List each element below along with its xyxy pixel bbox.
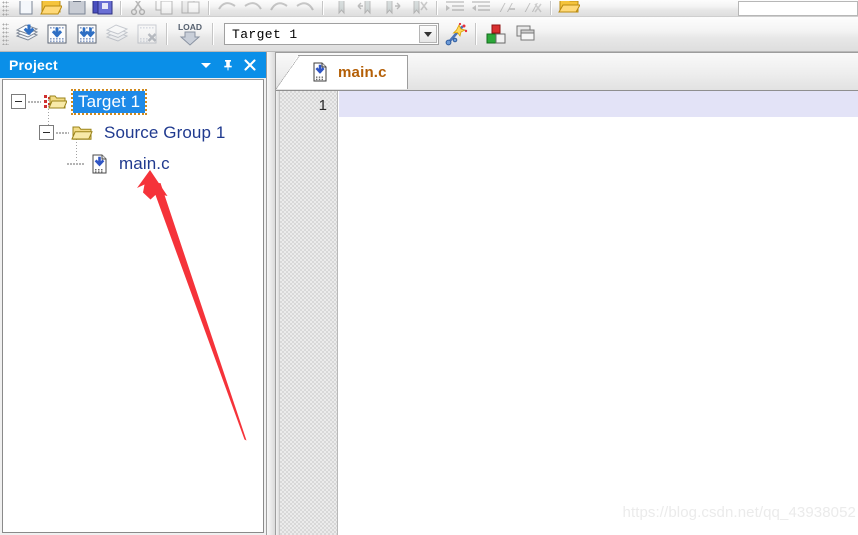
bookmark-icon[interactable] [328,0,354,16]
c-source-file-icon [90,153,110,175]
outdent-icon[interactable] [468,0,494,16]
paste-icon[interactable] [178,0,204,16]
file-edit-toolbar: // // [0,0,858,17]
target-folder-icon [43,92,67,112]
watermark-text: https://blog.csdn.net/qq_43938052 [622,504,856,521]
line-number: 1 [318,97,327,114]
bookmark-prev-icon[interactable] [354,0,380,16]
open-project-icon[interactable] [556,0,582,16]
save-icon[interactable] [64,0,90,16]
current-line-highlight [339,91,858,117]
download-icon-text: LOAD [178,22,202,32]
indent-icon[interactable] [442,0,468,16]
target-select-dropdown-arrow[interactable] [419,25,437,43]
tree-connector-dots [67,162,84,165]
uncomment-icon[interactable]: // [520,1,546,16]
new-file-icon[interactable] [12,0,38,16]
rebuild-all-icon[interactable] [72,19,102,49]
tree-connector-dots [56,131,69,134]
tree-item-source-group-1[interactable]: Source Group 1 [3,117,263,148]
manage-windows-icon[interactable] [511,19,541,49]
tree-item-label-target-1: Target 1 [70,88,148,115]
translate-file-icon[interactable] [12,19,42,49]
editor-tabstrip: main.c [276,52,858,91]
options-for-target-icon[interactable] [441,19,471,49]
editor-gutter: 1 [280,91,338,535]
undo-icon[interactable] [214,1,240,16]
build-target-icon[interactable] [42,19,72,49]
project-tree: Target 1 Source Group 1 main.c [3,80,263,179]
editor-area: main.c 1 [276,52,858,535]
tree-expander-target-1[interactable] [11,94,26,109]
navigate-forward-icon[interactable] [292,1,318,16]
tree-item-target-1[interactable]: Target 1 [3,86,263,117]
project-tree-container[interactable]: Target 1 Source Group 1 main.c [2,79,264,533]
find-combo-top[interactable] [738,0,858,16]
target-select-value: Target 1 [232,26,298,42]
tree-connector-dots [28,100,41,103]
tab-main-c[interactable]: main.c [276,55,408,89]
tree-item-main-c[interactable]: main.c [3,148,263,179]
copy-icon[interactable] [152,0,178,16]
target-select[interactable]: Target 1 [224,23,439,45]
toolbar-grip[interactable] [2,0,9,16]
batch-build-icon[interactable] [102,19,132,49]
project-panel: Project Target 1 Source Group 1 main.c [0,52,266,535]
keil-uvision-window: // // LOAD Target 1 Project Target 1 Sou… [0,0,858,535]
build-toolbar: LOAD Target 1 [0,17,858,52]
bookmark-next-icon[interactable] [380,0,406,16]
manage-project-items-icon[interactable] [481,19,511,49]
tree-item-label-main-c: main.c [119,154,170,173]
build-toolbar-grip[interactable] [2,23,9,45]
code-editor-pane[interactable]: 1 [276,90,858,535]
save-all-icon[interactable] [90,0,116,16]
panel-close-button[interactable] [239,54,261,76]
svg-text://: // [524,2,538,16]
c-source-file-icon [312,62,330,82]
bookmark-clear-icon[interactable] [406,0,432,16]
panel-menu-button[interactable] [195,54,217,76]
stop-build-icon[interactable] [132,19,162,49]
redo-icon[interactable] [240,1,266,16]
tree-expander-source-group-1[interactable] [39,125,54,140]
source-group-folder-icon [71,123,95,143]
panel-splitter[interactable] [266,52,276,535]
download-icon[interactable]: LOAD [172,19,208,49]
comment-icon[interactable]: // [494,1,520,16]
panel-pin-button[interactable] [217,54,239,76]
tree-item-label-source-group-1: Source Group 1 [104,123,226,142]
open-folder-icon[interactable] [38,0,64,16]
project-panel-header: Project [0,52,266,78]
navigate-back-icon[interactable] [266,1,292,16]
tab-label-main-c: main.c [338,63,387,81]
cut-icon[interactable] [126,0,152,16]
project-panel-title: Project [9,57,58,73]
